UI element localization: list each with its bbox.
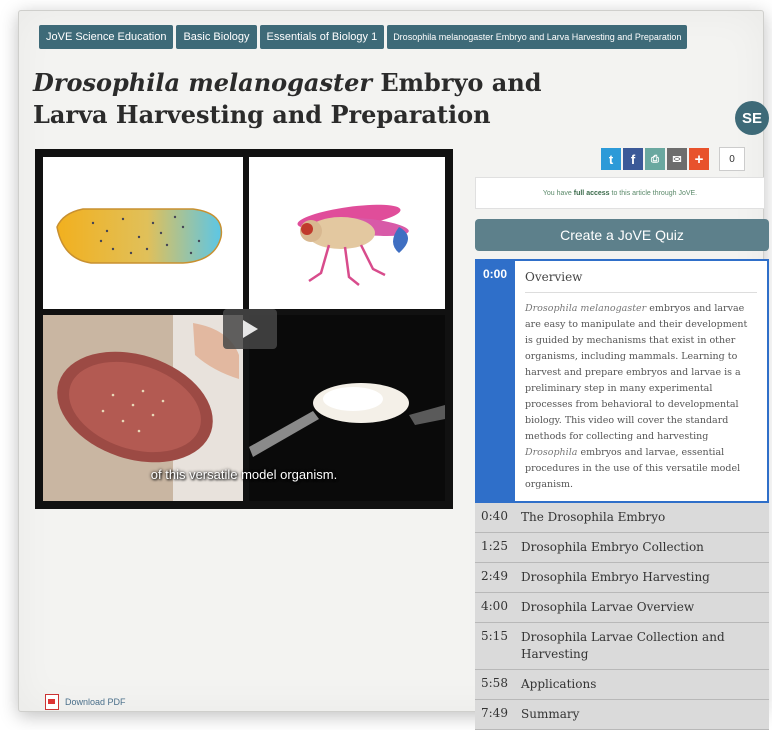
chapter-item-overview[interactable]: 0:00 Overview Drosophila melanogaster em… xyxy=(475,259,769,503)
chapter-item[interactable]: 1:25 Drosophila Embryo Collection xyxy=(475,533,769,563)
desc-text: embryos and larvae are easy to manipulat… xyxy=(525,303,748,442)
video-caption: of this versatile model organism. xyxy=(150,467,338,482)
chapter-title: Summary xyxy=(521,707,580,721)
video-player[interactable]: of this versatile model organism. xyxy=(35,149,453,509)
chapter-item[interactable]: 5:15 Drosophila Larvae Collection and Ha… xyxy=(475,623,769,670)
facebook-icon[interactable]: f xyxy=(623,148,643,170)
download-pdf-label: Download PDF xyxy=(65,697,126,707)
pdf-icon xyxy=(45,694,59,710)
access-suffix: to this article through JoVE. xyxy=(611,189,698,197)
share-count: 0 xyxy=(719,147,745,171)
chapter-title: Overview xyxy=(525,269,757,293)
chapter-list: 0:00 Overview Drosophila melanogaster em… xyxy=(475,259,769,730)
breadcrumb-item[interactable]: Essentials of Biology 1 xyxy=(259,25,385,49)
chapter-item[interactable]: 5:58 Applications xyxy=(475,670,769,700)
breadcrumb-item[interactable]: Basic Biology xyxy=(176,25,257,49)
chapter-description: Drosophila melanogaster embryos and larv… xyxy=(525,301,757,493)
desc-italic: Drosophila xyxy=(525,447,578,458)
chapter-time: 5:58 xyxy=(481,676,508,690)
chapter-time: 0:40 xyxy=(481,509,508,523)
play-icon xyxy=(243,320,258,338)
chapter-time: 4:00 xyxy=(481,599,508,613)
download-pdf-link[interactable]: Download PDF xyxy=(45,694,126,710)
breadcrumb: JoVE Science Education Basic Biology Ess… xyxy=(39,25,688,49)
play-button[interactable] xyxy=(223,309,277,349)
chapter-content: Overview Drosophila melanogaster embryos… xyxy=(515,261,767,501)
print-icon[interactable]: ⎙ xyxy=(645,148,665,170)
chapter-item[interactable]: 0:40 The Drosophila Embryo xyxy=(475,503,769,533)
chapter-time: 2:49 xyxy=(481,569,508,583)
chapter-title: Applications xyxy=(521,677,597,691)
twitter-icon[interactable]: t xyxy=(601,148,621,170)
page-frame: JoVE Science Education Basic Biology Ess… xyxy=(18,10,769,730)
chapter-time: 1:25 xyxy=(481,539,508,553)
chapter-item[interactable]: 2:49 Drosophila Embryo Harvesting xyxy=(475,563,769,593)
embryo-illustration xyxy=(43,157,243,309)
chapter-title: The Drosophila Embryo xyxy=(521,510,666,524)
fly-illustration xyxy=(249,157,445,309)
page-title: Drosophila melanogaster Embryo and Larva… xyxy=(33,67,593,131)
title-italic: Drosophila melanogaster xyxy=(33,68,372,97)
access-bold: full access xyxy=(573,189,610,197)
share-bar: t f ⎙ ✉ + 0 xyxy=(601,147,745,171)
chapter-time: 7:49 xyxy=(481,706,508,720)
email-icon[interactable]: ✉ xyxy=(667,148,687,170)
avatar[interactable]: SE xyxy=(735,101,769,135)
desc-italic: Drosophila melanogaster xyxy=(525,303,647,314)
plus-icon[interactable]: + xyxy=(689,148,709,170)
chapter-title: Drosophila Embryo Collection xyxy=(521,540,704,554)
chapter-item[interactable]: 4:00 Drosophila Larvae Overview xyxy=(475,593,769,623)
breadcrumb-item[interactable]: JoVE Science Education xyxy=(39,25,174,49)
chapter-time: 0:00 xyxy=(477,261,515,501)
access-notice: You have full access to this article thr… xyxy=(475,177,765,209)
chapter-time: 5:15 xyxy=(481,629,508,643)
create-quiz-button[interactable]: Create a JoVE Quiz xyxy=(475,219,769,251)
chapter-title: Drosophila Embryo Harvesting xyxy=(521,570,710,584)
chapter-title: Drosophila Larvae Overview xyxy=(521,600,695,614)
breadcrumb-item[interactable]: Drosophila melanogaster Embryo and Larva… xyxy=(387,25,688,49)
chapter-title: Drosophila Larvae Collection and Harvest… xyxy=(521,630,725,661)
access-prefix: You have xyxy=(542,189,572,197)
